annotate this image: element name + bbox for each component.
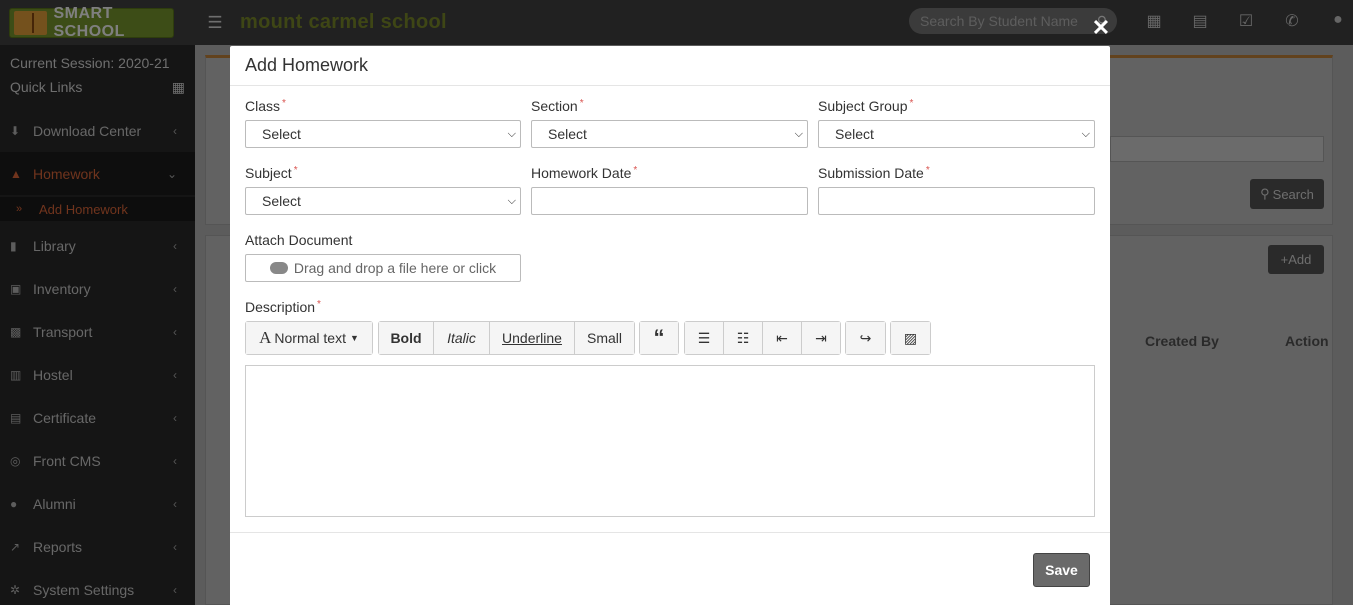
required-mark: * bbox=[317, 299, 321, 310]
quote-button-group: “ bbox=[639, 321, 679, 355]
attach-document-label: Attach Document bbox=[245, 232, 353, 248]
app-root: SMART SCHOOL ☰ mount carmel school Searc… bbox=[0, 0, 1353, 605]
add-homework-modal: Add Homework Class * Select ⌵ Section * Sel… bbox=[230, 46, 1110, 605]
close-icon[interactable]: ✕ bbox=[1091, 17, 1111, 39]
class-label: Class * bbox=[245, 98, 286, 114]
description-label: Description * bbox=[245, 299, 321, 315]
image-icon[interactable]: ▨ bbox=[891, 322, 930, 354]
subject-group-field: Subject Group * Select ⌵ bbox=[818, 98, 1095, 148]
underline-button[interactable]: Underline bbox=[490, 322, 575, 354]
attach-document-field: Attach Document Drag and drop a file her… bbox=[245, 232, 521, 282]
font-icon: A bbox=[259, 328, 272, 347]
chevron-down-icon: ⌵ bbox=[1081, 128, 1090, 140]
ordered-list-icon[interactable]: ☷ bbox=[724, 322, 763, 354]
required-mark: * bbox=[925, 165, 930, 176]
submission-date-input[interactable] bbox=[818, 187, 1095, 215]
subject-label: Subject * bbox=[245, 165, 298, 181]
class-select[interactable]: Select ⌵ bbox=[245, 120, 521, 148]
italic-button[interactable]: Italic bbox=[434, 322, 490, 354]
format-button-group: Bold Italic Underline Small bbox=[378, 321, 635, 355]
quote-icon[interactable]: “ bbox=[640, 322, 678, 354]
caret-down-icon: ▼ bbox=[349, 333, 359, 343]
subject-group-label: Subject Group * bbox=[818, 98, 914, 114]
modal-footer bbox=[230, 532, 1110, 605]
section-label: Section * bbox=[531, 98, 584, 114]
homework-date-label: Homework Date * bbox=[531, 165, 638, 181]
subject-group-select[interactable]: Select ⌵ bbox=[818, 120, 1095, 148]
submission-date-label: Submission Date * bbox=[818, 165, 930, 181]
bold-button[interactable]: Bold bbox=[379, 322, 434, 354]
link-button-group: ↪ bbox=[845, 321, 886, 355]
chevron-down-icon: ⌵ bbox=[507, 128, 516, 140]
outdent-icon[interactable]: ⇤ bbox=[763, 322, 802, 354]
submission-date-field: Submission Date * bbox=[818, 165, 1095, 215]
description-field: Description * bbox=[245, 299, 545, 321]
subject-field: Subject * Select ⌵ bbox=[245, 165, 521, 215]
required-mark: * bbox=[909, 98, 914, 109]
description-editor[interactable] bbox=[245, 365, 1095, 517]
list-button-group: ☰ ☷ ⇤ ⇥ bbox=[684, 321, 841, 355]
section-field: Section * Select ⌵ bbox=[531, 98, 808, 148]
unordered-list-icon[interactable]: ☰ bbox=[685, 322, 724, 354]
modal-header: Add Homework bbox=[230, 46, 1110, 86]
section-select[interactable]: Select ⌵ bbox=[531, 120, 808, 148]
share-icon[interactable]: ↪ bbox=[846, 322, 885, 354]
required-mark: * bbox=[282, 98, 286, 109]
cloud-upload-icon bbox=[269, 262, 288, 274]
required-mark: * bbox=[579, 98, 584, 109]
class-field: Class * Select ⌵ bbox=[245, 98, 521, 148]
subject-select[interactable]: Select ⌵ bbox=[245, 187, 521, 215]
dropzone-text: Drag and drop a file here or click bbox=[293, 260, 497, 276]
small-button[interactable]: Small bbox=[575, 322, 634, 354]
normal-text-button[interactable]: A Normal text ▼ bbox=[246, 322, 372, 354]
required-mark: * bbox=[293, 165, 298, 176]
image-button-group: ▨ bbox=[890, 321, 931, 355]
required-mark: * bbox=[633, 165, 638, 176]
file-dropzone[interactable]: Drag and drop a file here or click bbox=[245, 254, 521, 282]
save-button[interactable]: Save bbox=[1033, 553, 1090, 587]
homework-date-input[interactable] bbox=[531, 187, 808, 215]
indent-icon[interactable]: ⇥ bbox=[802, 322, 840, 354]
text-style-dropdown[interactable]: A Normal text ▼ bbox=[245, 321, 373, 355]
modal-title: Add Homework bbox=[245, 55, 369, 75]
chevron-down-icon: ⌵ bbox=[507, 195, 516, 207]
homework-date-field: Homework Date * bbox=[531, 165, 808, 215]
chevron-down-icon: ⌵ bbox=[794, 128, 803, 140]
